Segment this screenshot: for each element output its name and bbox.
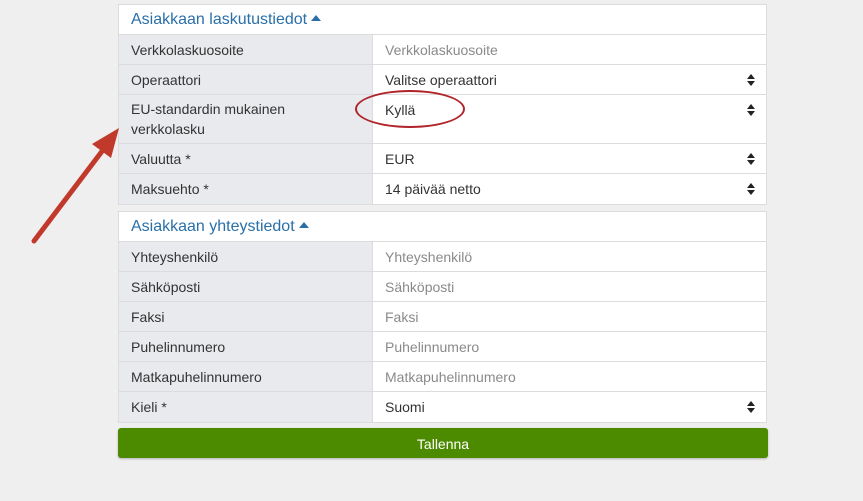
field-label: Puhelinnumero — [119, 332, 373, 361]
select-value: Suomi — [385, 399, 425, 415]
contact-person-input[interactable]: Yhteyshenkilö — [373, 242, 766, 271]
contact-panel: Asiakkaan yhteystiedot Yhteyshenkilö Yht… — [118, 211, 767, 423]
form-row-mobile: Matkapuhelinnumero Matkapuhelinnumero — [119, 362, 766, 392]
field-label: Sähköposti — [119, 272, 373, 301]
email-input[interactable]: Sähköposti — [373, 272, 766, 301]
select-value: Valitse operaattori — [385, 71, 497, 88]
form-row-phone: Puhelinnumero Puhelinnumero — [119, 332, 766, 362]
select-updown-icon — [747, 183, 755, 195]
form-row-fax: Faksi Faksi — [119, 302, 766, 332]
contact-panel-header[interactable]: Asiakkaan yhteystiedot — [119, 212, 766, 242]
form-row-contact-person: Yhteyshenkilö Yhteyshenkilö — [119, 242, 766, 272]
select-updown-icon — [747, 401, 755, 413]
select-value: EUR — [385, 150, 415, 167]
collapse-caret-icon[interactable] — [311, 14, 322, 21]
select-updown-icon — [747, 104, 755, 116]
contact-panel-title: Asiakkaan yhteystiedot — [131, 218, 295, 235]
field-label: Valuutta * — [119, 144, 373, 173]
form-row-email: Sähköposti Sähköposti — [119, 272, 766, 302]
billing-panel-title: Asiakkaan laskutustiedot — [131, 11, 308, 28]
field-label: Faksi — [119, 302, 373, 331]
eu-standard-select[interactable]: Kyllä — [373, 95, 766, 143]
form-row-e-invoice-address: Verkkolaskuosoite Verkkolaskuosoite — [119, 35, 766, 65]
payment-term-select[interactable]: 14 päivää netto — [373, 174, 766, 204]
billing-panel-header[interactable]: Asiakkaan laskutustiedot — [119, 5, 766, 35]
language-select[interactable]: Suomi — [373, 392, 766, 422]
form-row-eu-standard: EU-standardin mukainen verkkolasku Kyllä — [119, 95, 766, 144]
save-button[interactable]: Tallenna — [118, 428, 768, 458]
field-label: EU-standardin mukainen verkkolasku — [119, 95, 373, 143]
billing-panel: Asiakkaan laskutustiedot Verkkolaskuosoi… — [118, 4, 767, 205]
field-label: Operaattori — [119, 65, 373, 94]
mobile-input[interactable]: Matkapuhelinnumero — [373, 362, 766, 391]
field-label: Kieli * — [119, 392, 373, 422]
field-label: Verkkolaskuosoite — [119, 35, 373, 64]
field-label: Yhteyshenkilö — [119, 242, 373, 271]
select-updown-icon — [747, 152, 755, 165]
select-value: 14 päivää netto — [385, 181, 481, 197]
select-updown-icon — [747, 73, 755, 86]
operator-select[interactable]: Valitse operaattori — [373, 65, 766, 94]
form-row-language: Kieli * Suomi — [119, 392, 766, 422]
form-row-operator: Operaattori Valitse operaattori — [119, 65, 766, 95]
field-label: Maksuehto * — [119, 174, 373, 204]
collapse-caret-icon[interactable] — [298, 221, 309, 228]
select-value: Kyllä — [385, 102, 416, 118]
fax-input[interactable]: Faksi — [373, 302, 766, 331]
form-row-currency: Valuutta * EUR — [119, 144, 766, 174]
form-row-payment-term: Maksuehto * 14 päivää netto — [119, 174, 766, 204]
field-label: Matkapuhelinnumero — [119, 362, 373, 391]
e-invoice-address-input[interactable]: Verkkolaskuosoite — [373, 35, 766, 64]
phone-input[interactable]: Puhelinnumero — [373, 332, 766, 361]
currency-select[interactable]: EUR — [373, 144, 766, 173]
